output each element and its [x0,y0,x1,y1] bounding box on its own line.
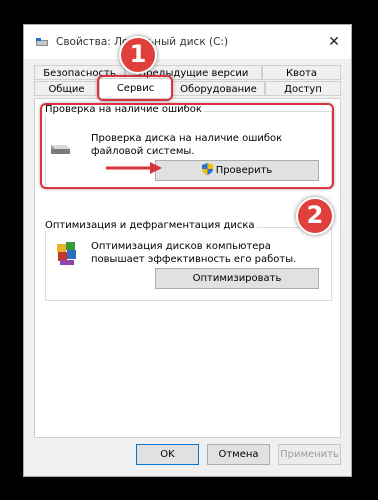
tab-sharing[interactable]: Доступ [265,81,341,96]
tab-highlight-frame [97,75,173,101]
drive-icon [36,38,48,46]
optimize-description: Оптимизация дисков компьютера повышает э… [91,241,297,265]
step-badge-2: 2 [296,197,334,235]
optimize-section-title: Оптимизация и дефрагментация диска [43,220,257,231]
optimize-button[interactable]: Оптимизировать [155,268,319,289]
tab-quota[interactable]: Квота [262,65,341,80]
check-section-highlight-frame [40,103,334,189]
close-button[interactable]: ✕ [323,32,345,52]
arrow-right-icon [106,162,162,174]
defrag-icon [57,242,76,265]
ok-button[interactable]: OK [136,444,199,465]
cancel-button[interactable]: Отмена [207,444,270,465]
title-bar: Свойства: Локальный диск (C:) ✕ [24,25,351,59]
properties-window: Свойства: Локальный диск (C:) ✕ Безопасн… [23,24,352,477]
tab-hardware[interactable]: Оборудование [172,81,265,96]
apply-button[interactable]: Применить [278,444,341,465]
tab-general[interactable]: Общие [34,81,99,96]
step-badge-1: 1 [119,36,157,74]
